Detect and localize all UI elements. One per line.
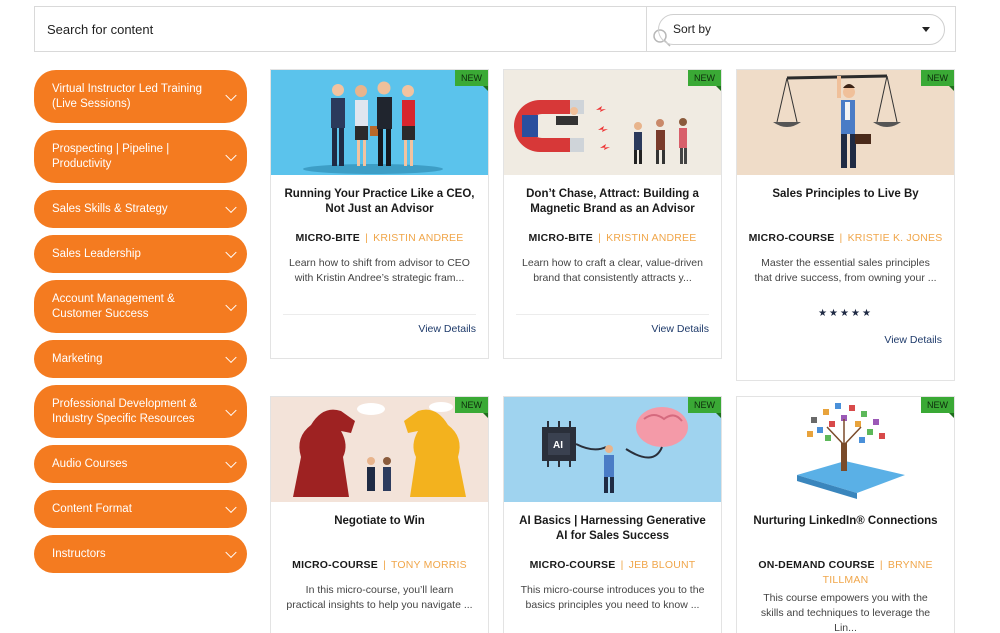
meta-separator: | (598, 232, 602, 244)
card-meta: ON-DEMAND COURSE | BRYNNE TILLMAN (737, 558, 954, 586)
chevron-down-icon (225, 546, 237, 559)
content-type: MICRO-COURSE (748, 232, 835, 244)
view-details-link[interactable]: View Details (884, 334, 942, 346)
card-thumbnail: NEW (271, 70, 488, 175)
category-prospecting[interactable]: Prospecting | Pipeline | Productivity (34, 130, 247, 183)
category-label: Account Management & Customer Success (52, 292, 175, 320)
author-link[interactable]: JEB BLOUNT (629, 559, 696, 571)
search-input[interactable] (35, 7, 647, 51)
category-marketing[interactable]: Marketing (34, 340, 247, 378)
category-label: Sales Skills & Strategy (52, 202, 168, 215)
category-label: Instructors (52, 547, 106, 560)
category-account-management[interactable]: Account Management & Customer Success (34, 280, 247, 333)
card-thumbnail: NEW (737, 70, 954, 175)
card-description: In this micro-course, you’ll learn pract… (286, 584, 473, 611)
chevron-down-icon (225, 201, 237, 214)
category-sales-leadership[interactable]: Sales Leadership (34, 235, 247, 273)
category-content-format[interactable]: Content Format (34, 490, 247, 528)
course-card[interactable]: NEW Running Your Practice Like a CEO, No… (270, 69, 489, 359)
caret-down-icon (922, 27, 930, 32)
content-type: MICRO-COURSE (292, 559, 378, 571)
category-label: Content Format (52, 502, 132, 515)
new-badge: NEW (455, 70, 488, 91)
card-meta: MICRO-COURSE | TONY MORRIS (271, 558, 488, 583)
course-card[interactable]: AI NEW AI Basics | Harnessing Generative… (503, 396, 722, 633)
chevron-down-icon (225, 351, 237, 364)
card-title: Running Your Practice Like a CEO, Not Ju… (284, 188, 475, 215)
course-card[interactable]: NEW Negotiate to Win MICRO-COURSE | TONY… (270, 396, 489, 633)
card-title: Nurturing LinkedIn® Connections (753, 515, 938, 527)
new-badge: NEW (688, 397, 721, 418)
card-footer: View Details (737, 322, 954, 360)
chevron-down-icon (225, 89, 237, 101)
card-thumbnail: NEW (504, 70, 721, 175)
chevron-down-icon (225, 299, 237, 311)
author-link[interactable]: KRISTIN ANDREE (373, 232, 463, 244)
category-label: Prospecting | Pipeline | Productivity (52, 142, 170, 170)
course-card[interactable]: NEW Sales Principles to Live By MICRO-CO… (736, 69, 955, 381)
category-virtual-instructor-led[interactable]: Virtual Instructor Led Training (Live Se… (34, 70, 247, 123)
view-details-link[interactable]: View Details (651, 323, 709, 335)
card-description: Learn how to shift from advisor to CEO w… (289, 257, 470, 284)
content-type: MICRO-COURSE (529, 559, 616, 571)
chevron-down-icon (225, 404, 237, 416)
meta-separator: | (879, 559, 883, 571)
author-link[interactable]: TONY MORRIS (391, 559, 467, 571)
meta-separator: | (365, 232, 369, 244)
new-badge: NEW (921, 397, 954, 418)
card-meta: MICRO-BITE | KRISTIN ANDREE (504, 231, 721, 256)
top-bar: Sort by (34, 6, 956, 52)
card-title: Don’t Chase, Attract: Building a Magneti… (526, 188, 699, 215)
category-label: Audio Courses (52, 457, 128, 470)
card-meta: MICRO-BITE | KRISTIN ANDREE (271, 231, 488, 256)
chevron-down-icon (225, 501, 237, 514)
meta-separator: | (383, 559, 387, 571)
card-meta: MICRO-COURSE | KRISTIE K. JONES (737, 231, 954, 256)
course-card[interactable]: NEW Don’t Chase, Attract: Building a Mag… (503, 69, 722, 359)
category-audio-courses[interactable]: Audio Courses (34, 445, 247, 483)
card-thumbnail: NEW (737, 397, 954, 502)
card-thumbnail: AI NEW (504, 397, 721, 502)
card-title: Negotiate to Win (334, 515, 425, 527)
meta-separator: | (839, 232, 843, 244)
card-footer: View Details (504, 315, 721, 349)
rating-stars: ★★★★★ (818, 308, 873, 319)
meta-separator: | (620, 559, 624, 571)
card-description: Learn how to craft a clear, value-driven… (522, 257, 703, 284)
card-description: This micro-course introduces you to the … (520, 584, 705, 611)
content-type: MICRO-BITE (295, 232, 360, 244)
content-type: ON-DEMAND COURSE (758, 559, 875, 571)
view-details-link[interactable]: View Details (418, 323, 476, 335)
new-badge: NEW (688, 70, 721, 91)
category-professional-development[interactable]: Professional Development & Industry Spec… (34, 385, 247, 438)
chevron-down-icon (225, 149, 237, 161)
content-type: MICRO-BITE (528, 232, 593, 244)
new-badge: NEW (455, 397, 488, 418)
category-instructors[interactable]: Instructors (34, 535, 247, 573)
card-meta: MICRO-COURSE | JEB BLOUNT (504, 558, 721, 583)
author-link[interactable]: KRISTIE K. JONES (848, 232, 943, 244)
sort-label: Sort by (673, 22, 712, 36)
card-description: This course empowers you with the skills… (760, 592, 931, 633)
category-sales-skills[interactable]: Sales Skills & Strategy (34, 190, 247, 228)
svg-text:AI: AI (553, 440, 563, 451)
card-thumbnail: NEW (271, 397, 488, 502)
chevron-down-icon (225, 456, 237, 469)
category-label: Virtual Instructor Led Training (Live Se… (52, 82, 203, 110)
category-label: Professional Development & Industry Spec… (52, 397, 198, 425)
category-label: Marketing (52, 352, 103, 365)
category-label: Sales Leadership (52, 247, 141, 260)
course-card[interactable]: NEW Nurturing LinkedIn® Connections ON-D… (736, 396, 955, 633)
sort-dropdown[interactable]: Sort by (658, 14, 945, 45)
new-badge: NEW (921, 70, 954, 91)
card-description: Master the essential sales principles th… (754, 257, 937, 284)
card-title: Sales Principles to Live By (772, 188, 919, 200)
chevron-down-icon (225, 246, 237, 259)
card-title: AI Basics | Harnessing Generative AI for… (519, 515, 706, 542)
card-footer: View Details (271, 315, 488, 349)
category-sidebar: Virtual Instructor Led Training (Live Se… (34, 70, 247, 580)
author-link[interactable]: KRISTIN ANDREE (606, 232, 696, 244)
